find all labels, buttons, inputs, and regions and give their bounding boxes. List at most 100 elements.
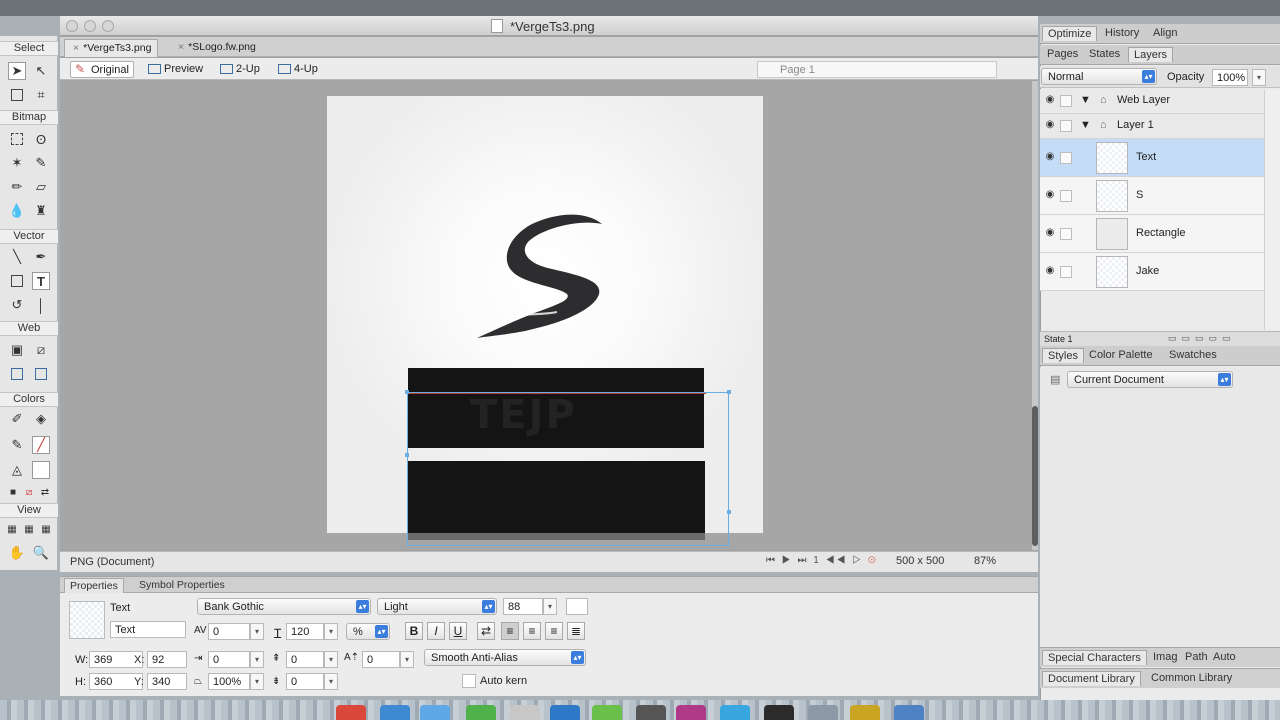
tab-color-palette[interactable]: Color Palette [1084,348,1158,362]
y-field[interactable]: 340 [147,673,187,690]
appstore-icon[interactable] [550,705,580,720]
stroke-swatch[interactable]: ╱ [32,436,50,454]
space-before-arrow-icon[interactable]: ▾ [324,651,338,668]
layer-row-jake[interactable]: ◉ Jake [1040,253,1264,291]
style-source-select[interactable]: Current Document ▴▾ [1067,371,1233,388]
space-after-field[interactable]: 0 [286,673,324,690]
magic-wand-tool-icon[interactable]: ✶ [8,154,26,172]
selection-handle[interactable] [405,453,409,457]
safari-icon[interactable] [720,705,750,720]
itunes-icon[interactable] [676,705,706,720]
two-up-view-button[interactable]: 2-Up [216,61,264,78]
text-orientation-icon[interactable]: ⇄ [477,622,495,640]
tab-image-editing[interactable]: Imag [1148,650,1182,664]
tab-symbol-properties[interactable]: Symbol Properties [134,578,230,592]
eye-icon[interactable]: ◉ [1042,189,1058,203]
menu-fullscreen-icon[interactable]: ▦ [20,520,38,538]
x-field[interactable]: 92 [147,651,187,668]
tab-slogo[interactable]: × *SLogo.fw.png [170,39,262,57]
rectangle-tool-icon[interactable] [8,272,26,290]
kerning-arrow-icon[interactable]: ▾ [250,623,264,640]
tab-align[interactable]: Align [1148,26,1182,40]
fullscreen-icon[interactable]: ▦ [37,520,55,538]
leading-unit-select[interactable]: % ▴▾ [346,623,390,640]
blend-mode-select[interactable]: Normal ▴▾ [1041,68,1157,85]
eye-icon[interactable]: ◉ [1042,94,1058,108]
align-center-icon[interactable]: ≡ [523,622,541,640]
messages-icon[interactable] [592,705,622,720]
expand-arrow-icon[interactable]: ▼ [1080,94,1091,106]
justify-icon[interactable]: ≣ [567,622,585,640]
four-up-view-button[interactable]: 4-Up [274,61,322,78]
opacity-arrow-icon[interactable]: ▾ [1252,69,1266,86]
hotspot-tool-icon[interactable]: ▣ [8,341,26,359]
lasso-tool-icon[interactable]: ʘ [32,130,50,148]
original-view-button[interactable]: ✎ Original [70,61,134,78]
tab-properties[interactable]: Properties [64,578,124,593]
bold-button[interactable]: B [405,622,423,640]
indent-arrow-icon[interactable]: ▾ [250,651,264,668]
show-slices-icon[interactable] [32,365,50,383]
slice-tool-icon[interactable]: ⧄ [32,341,50,359]
tab-styles[interactable]: Styles [1042,348,1084,363]
lock-toggle[interactable] [1060,266,1072,278]
state-navigation[interactable]: ⏮ ▶ ⏭ 1 ◀◀ ▷ ⊙ [766,555,878,566]
lock-toggle[interactable] [1060,228,1072,240]
mail-icon[interactable] [420,705,450,720]
kerning-field[interactable]: 0 [208,623,250,640]
finder-icon[interactable] [380,705,410,720]
tab-auto-shape[interactable]: Auto [1208,650,1241,664]
align-left-icon[interactable]: ≡ [501,622,519,640]
subselect-tool-icon[interactable]: ↖ [32,62,50,80]
fill-swatch[interactable] [32,461,50,479]
horizontal-scale-field[interactable]: 100% [208,673,250,690]
baseline-arrow-icon[interactable]: ▾ [400,651,414,668]
pointer-tool-icon[interactable]: ➤ [8,62,26,80]
swap-colors-icon[interactable]: ⇄ [36,483,54,501]
facetime-icon[interactable] [466,705,496,720]
stroke-color-icon[interactable]: ✎ [8,436,26,454]
eye-icon[interactable]: ◉ [1042,265,1058,279]
align-right-icon[interactable]: ≡ [545,622,563,640]
italic-button[interactable]: I [427,622,445,640]
expand-arrow-icon[interactable]: ▼ [1080,119,1091,131]
terminal-icon[interactable] [764,705,794,720]
hand-tool-icon[interactable]: ✋ [8,544,26,562]
layers-scrollbar[interactable] [1264,90,1280,330]
loop-icon[interactable]: ⊙ [868,555,878,566]
leading-field[interactable]: 120 [286,623,324,640]
space-after-arrow-icon[interactable]: ▾ [324,673,338,690]
layer-row-text[interactable]: ◉ Text [1040,139,1264,177]
tab-document-library[interactable]: Document Library [1042,671,1141,686]
eye-icon[interactable]: ◉ [1042,119,1058,133]
tab-pages[interactable]: Pages [1042,47,1083,61]
selection-handle[interactable] [405,390,409,394]
page-select[interactable]: Page 1 [757,61,997,78]
tab-vergets3[interactable]: × *VergeTs3.png [64,39,159,57]
space-before-field[interactable]: 0 [286,651,324,668]
zoom-level[interactable]: 87% [974,555,996,567]
lock-toggle[interactable] [1060,95,1072,107]
close-tab-icon[interactable]: × [73,42,79,54]
standard-screen-icon[interactable]: ▦ [3,520,21,538]
tab-layers[interactable]: Layers [1128,47,1174,62]
auto-kern-checkbox[interactable] [462,674,476,688]
lock-toggle[interactable] [1060,190,1072,202]
rubber-stamp-tool-icon[interactable]: ♜ [32,202,50,220]
pencil-tool-icon[interactable]: ✏ [8,178,26,196]
font-size-arrow-icon[interactable]: ▾ [543,598,557,615]
object-name-field[interactable]: Text [110,621,186,638]
crop-tool-icon[interactable]: ⌗ [32,86,50,104]
eye-icon[interactable]: ◉ [1042,151,1058,165]
preview-view-button[interactable]: Preview [144,61,207,78]
paint-bucket-tool-icon[interactable]: ◈ [32,410,50,428]
text-selection-box[interactable] [407,392,729,546]
calendar-icon[interactable] [510,705,540,720]
minimize-window-button[interactable] [84,20,96,32]
canvas-size[interactable]: 500 x 500 [896,555,944,567]
tab-special-characters[interactable]: Special Characters [1042,650,1147,665]
zoom-tool-icon[interactable]: 🔍 [32,544,50,562]
tab-swatches[interactable]: Swatches [1164,348,1222,362]
state-select[interactable]: State 1 [1044,334,1073,344]
brush-tool-icon[interactable]: ✎ [32,154,50,172]
